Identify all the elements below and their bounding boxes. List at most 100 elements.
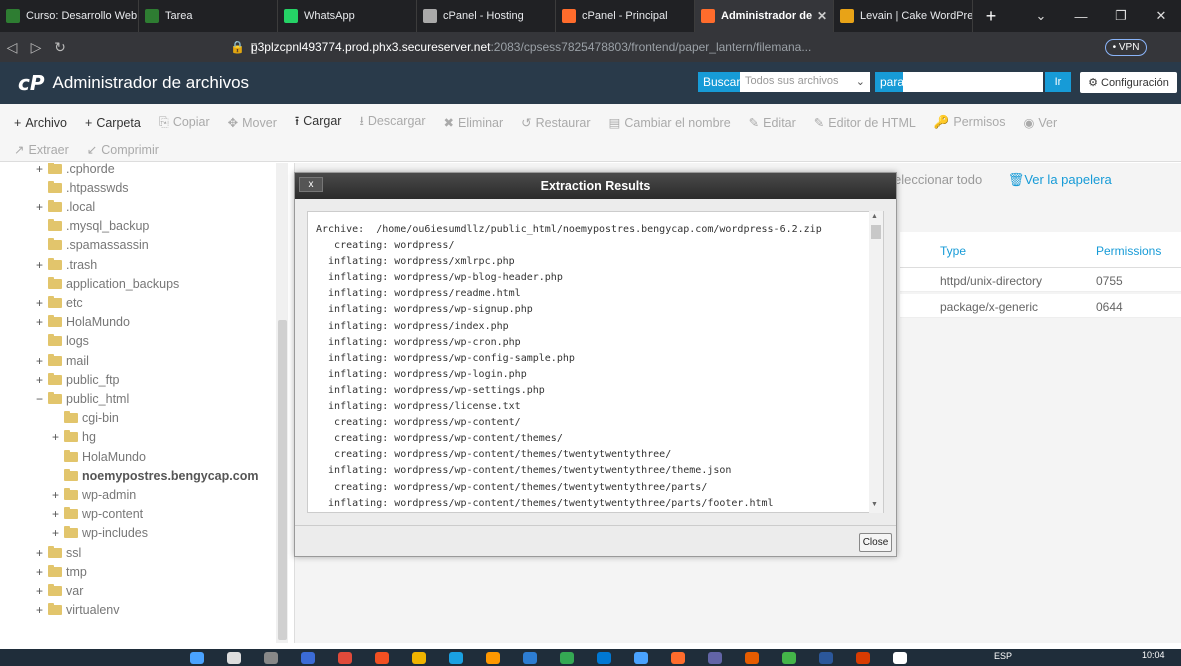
taskbar-app-icon[interactable] <box>264 652 278 664</box>
browser-tab[interactable]: Levain | Cake WordPre <box>834 0 973 32</box>
tree-node[interactable]: noemypostres.bengycap.com <box>52 466 258 485</box>
tree-expand-icon[interactable]: − <box>36 392 48 406</box>
toolbar-button-cambiar-el-nombre[interactable]: ▤ Cambiar el nombre <box>609 115 731 130</box>
column-permissions[interactable]: Permissions <box>1096 244 1161 258</box>
tree-node[interactable]: + hg <box>52 428 96 447</box>
tree-node[interactable]: + .cphorde <box>36 163 115 178</box>
tree-node[interactable]: + mail <box>36 351 89 370</box>
taskbar-clock[interactable]: 10:04 <box>1142 650 1165 660</box>
taskbar-language[interactable]: ESP <box>994 651 1012 661</box>
tree-expand-icon[interactable]: + <box>36 565 48 579</box>
vpn-badge[interactable]: • VPN <box>1105 39 1147 56</box>
taskbar-app-icon[interactable] <box>856 652 870 664</box>
tree-node[interactable]: .mysql_backup <box>36 217 149 236</box>
tree-node[interactable]: + wp-admin <box>52 485 136 504</box>
url-field[interactable]: 🔒 p3plzcpnl493774.prod.phx3.secureserver… <box>230 32 811 62</box>
tree-node[interactable]: + var <box>36 581 83 600</box>
tree-node[interactable]: + wp-includes <box>52 524 148 543</box>
new-tab-button[interactable]: + <box>973 0 1009 32</box>
tree-expand-icon[interactable]: + <box>52 507 64 521</box>
browser-tab[interactable]: WhatsApp <box>278 0 417 32</box>
tree-expand-icon[interactable]: + <box>36 200 48 214</box>
tree-node[interactable]: + .local <box>36 197 95 216</box>
dialog-close-button[interactable]: Close <box>859 533 892 552</box>
tree-expand-icon[interactable]: + <box>36 584 48 598</box>
taskbar-app-icon[interactable] <box>190 652 204 664</box>
taskbar-app-icon[interactable] <box>560 652 574 664</box>
tree-expand-icon[interactable]: + <box>36 546 48 560</box>
tree-node[interactable]: HolaMundo <box>52 447 146 466</box>
dialog-close-x-button[interactable]: x <box>299 177 323 192</box>
taskbar-app-icon[interactable] <box>523 652 537 664</box>
toolbar-button-mover[interactable]: ✥ Mover <box>228 115 277 130</box>
tree-expand-icon[interactable]: + <box>52 430 64 444</box>
forward-icon[interactable]: ▷ <box>24 39 48 56</box>
dialog-scrollbar[interactable] <box>869 211 883 513</box>
taskbar-app-icon[interactable] <box>449 652 463 664</box>
tree-expand-icon[interactable]: + <box>52 488 64 502</box>
scroll-up-icon[interactable]: ▲ <box>871 213 878 220</box>
search-input[interactable] <box>903 72 1043 92</box>
dialog-scroll-thumb[interactable] <box>871 225 881 239</box>
taskbar-app-icon[interactable] <box>375 652 389 664</box>
go-button[interactable]: Ir <box>1045 72 1071 92</box>
tree-expand-icon[interactable]: + <box>36 315 48 329</box>
tree-node[interactable]: .htpasswds <box>36 178 129 197</box>
browser-tab[interactable]: cPanel - Hosting <box>417 0 556 32</box>
toolbar-button-comprimir[interactable]: ↙ Comprimir <box>87 142 159 157</box>
taskbar-app-icon[interactable] <box>338 652 352 664</box>
tree-expand-icon[interactable]: + <box>52 526 64 540</box>
tree-expand-icon[interactable]: + <box>36 163 48 176</box>
taskbar-app-icon[interactable] <box>745 652 759 664</box>
tree-node[interactable]: .spamassassin <box>36 236 149 255</box>
tree-expand-icon[interactable]: + <box>36 603 48 617</box>
minimize-icon[interactable]: — <box>1061 0 1101 32</box>
tree-node[interactable]: + tmp <box>36 562 87 581</box>
toolbar-button-descargar[interactable]: ⭳ Descargar <box>359 112 425 133</box>
restore-icon[interactable]: ❐ <box>1101 0 1141 32</box>
tree-node[interactable]: + public_ftp <box>36 370 120 389</box>
tree-node[interactable]: + ssl <box>36 543 81 562</box>
toolbar-button-copiar[interactable]: ⎘ Copiar <box>159 115 210 130</box>
settings-button[interactable]: ⚙ Configuración <box>1080 72 1177 93</box>
tree-node[interactable]: + HolaMundo <box>36 313 130 332</box>
toolbar-button-archivo[interactable]: + Archivo <box>14 116 67 130</box>
tree-expand-icon[interactable]: + <box>36 296 48 310</box>
toolbar-button-eliminar[interactable]: ✖ Eliminar <box>444 115 504 130</box>
toolbar-button-extraer[interactable]: ↗ Extraer <box>14 142 69 157</box>
browser-tab[interactable]: Tarea <box>139 0 278 32</box>
scroll-down-icon[interactable]: ▼ <box>871 501 878 508</box>
tree-node[interactable]: + wp-content <box>52 505 143 524</box>
taskbar-app-icon[interactable] <box>671 652 685 664</box>
toolbar-button-permisos[interactable]: 🔑 Permisos <box>934 115 1006 130</box>
select-all-link[interactable]: eleccionar todo <box>894 172 982 187</box>
tree-node[interactable]: + virtualenv <box>36 601 120 620</box>
reload-icon[interactable]: ↻ <box>48 39 72 56</box>
tree-scroll-thumb[interactable] <box>278 320 287 640</box>
toolbar-button-carpeta[interactable]: + Carpeta <box>85 116 141 130</box>
back-icon[interactable]: ◁ <box>0 39 24 56</box>
browser-tab[interactable]: cPanel - Principal <box>556 0 695 32</box>
tree-node[interactable]: logs <box>36 332 89 351</box>
toolbar-button-editar[interactable]: ✎ Editar <box>749 115 796 130</box>
taskbar-app-icon[interactable] <box>893 652 907 664</box>
toolbar-button-ver[interactable]: ◉ Ver <box>1023 115 1057 130</box>
tree-expand-icon[interactable]: + <box>36 354 48 368</box>
tree-expand-icon[interactable]: + <box>36 258 48 272</box>
taskbar-app-icon[interactable] <box>597 652 611 664</box>
tab-close-icon[interactable]: ✕ <box>817 9 827 23</box>
taskbar-app-icon[interactable] <box>819 652 833 664</box>
toolbar-button-cargar[interactable]: ⭱ Cargar <box>295 112 342 133</box>
close-window-icon[interactable]: ✕ <box>1141 0 1181 32</box>
tree-node[interactable]: cgi-bin <box>52 409 119 428</box>
tree-node[interactable]: + etc <box>36 293 83 312</box>
taskbar-app-icon[interactable] <box>782 652 796 664</box>
browser-tab[interactable]: Curso: Desarrollo Web <box>0 0 139 32</box>
toolbar-button-restaurar[interactable]: ↺ Restaurar <box>521 115 590 130</box>
taskbar-app-icon[interactable] <box>708 652 722 664</box>
tab-search-icon[interactable]: ⌄ <box>1021 0 1061 32</box>
taskbar-app-icon[interactable] <box>486 652 500 664</box>
tree-node[interactable]: + .trash <box>36 255 97 274</box>
cpanel-logo[interactable]: cP <box>18 71 45 95</box>
taskbar-app-icon[interactable] <box>634 652 648 664</box>
